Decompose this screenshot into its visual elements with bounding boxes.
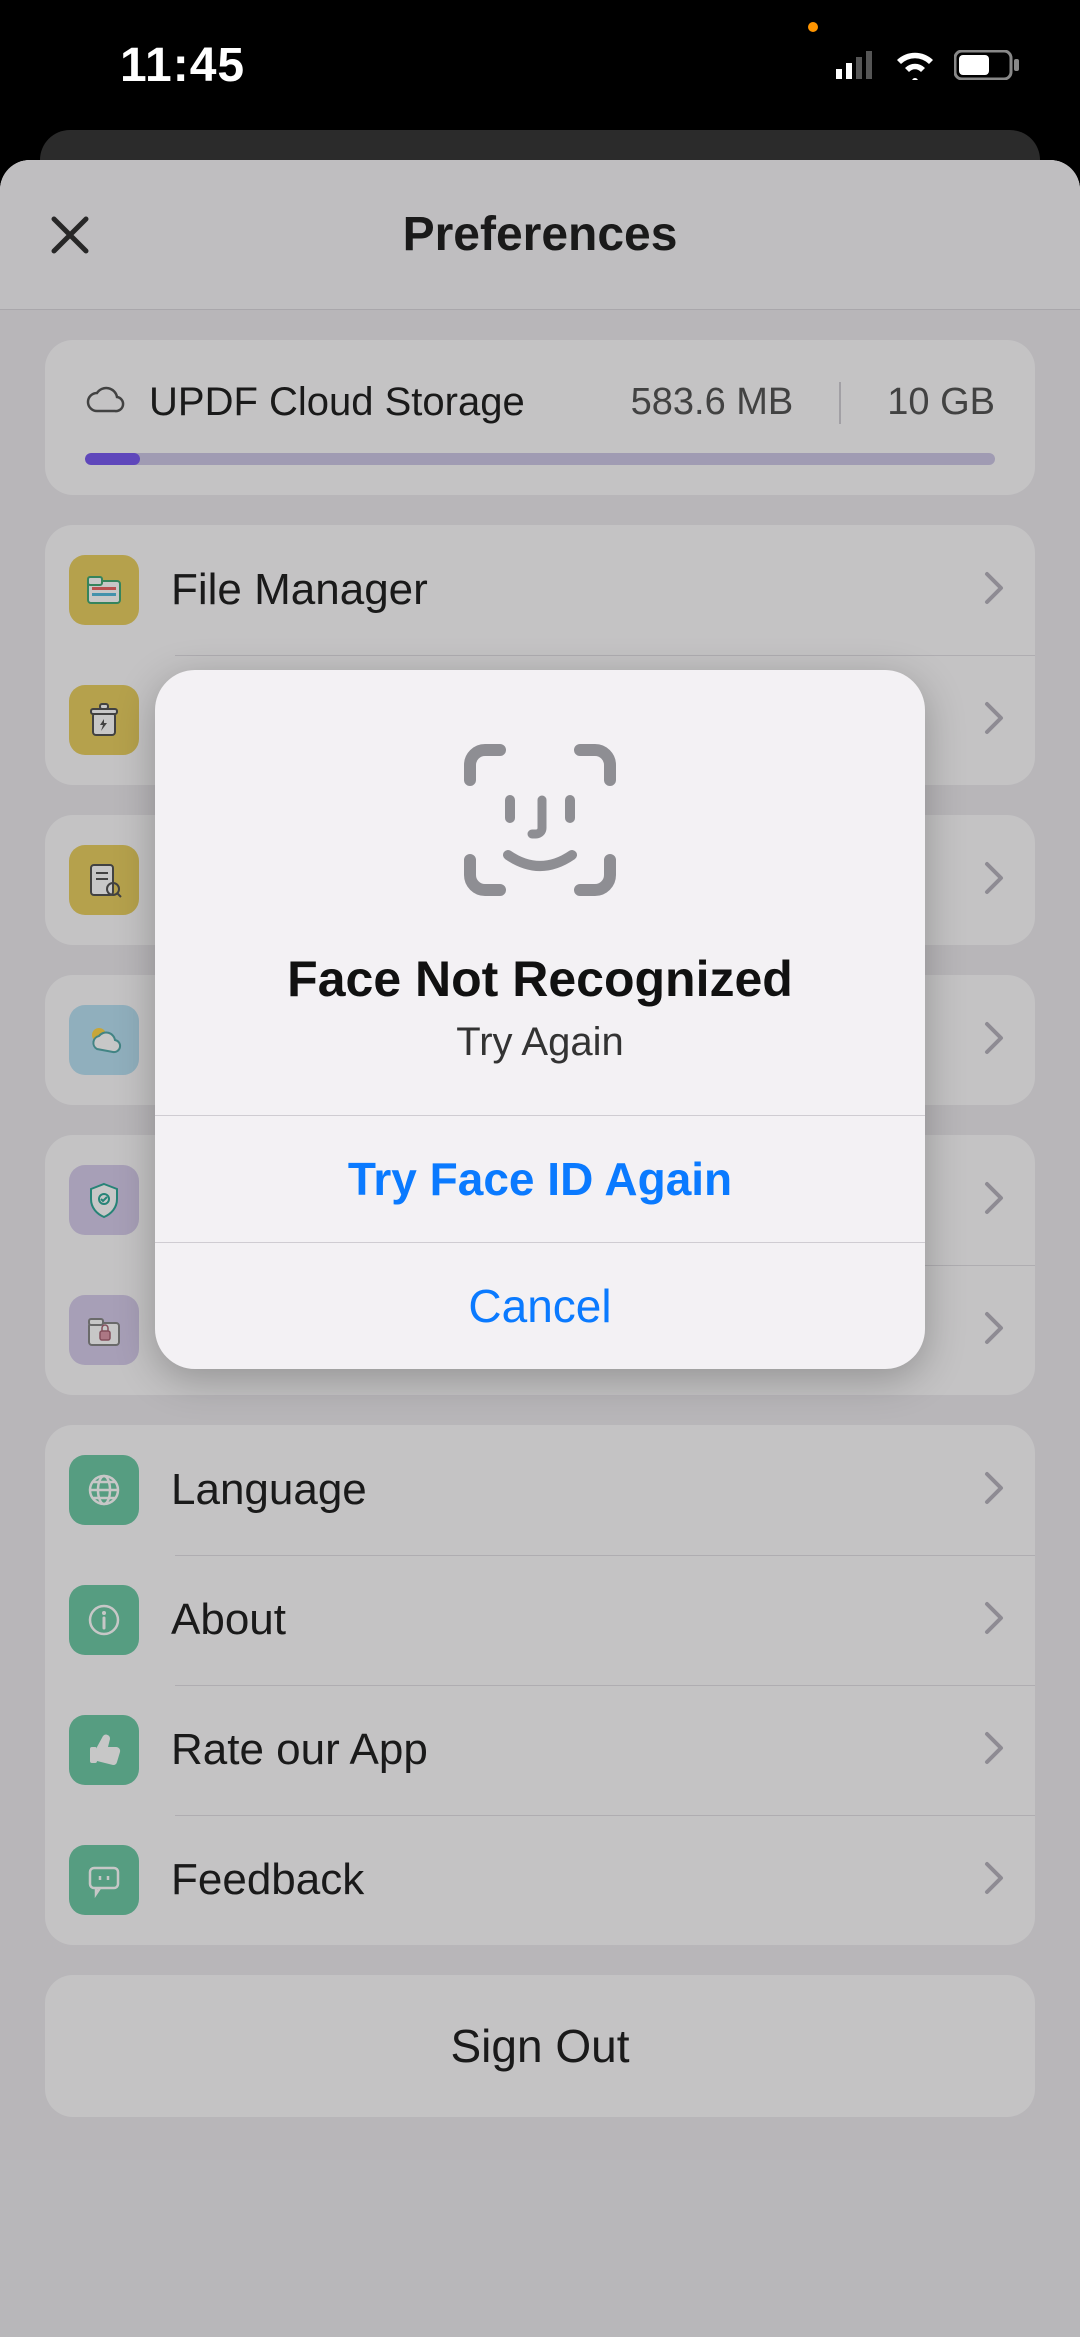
wifi-icon (894, 50, 936, 80)
cellular-signal-icon (836, 51, 876, 79)
alert-subtitle: Try Again (195, 1020, 885, 1065)
status-indicators (836, 50, 1020, 80)
try-face-id-again-button[interactable]: Try Face ID Again (155, 1115, 925, 1242)
face-id-icon (195, 730, 885, 910)
status-bar: 11:45 (0, 0, 1080, 130)
status-time: 11:45 (120, 38, 245, 93)
cancel-button[interactable]: Cancel (155, 1242, 925, 1369)
face-id-alert: Face Not Recognized Try Again Try Face I… (155, 670, 925, 1369)
alert-title: Face Not Recognized (195, 950, 885, 1008)
recording-dot-icon (808, 22, 818, 32)
battery-icon (954, 50, 1020, 80)
